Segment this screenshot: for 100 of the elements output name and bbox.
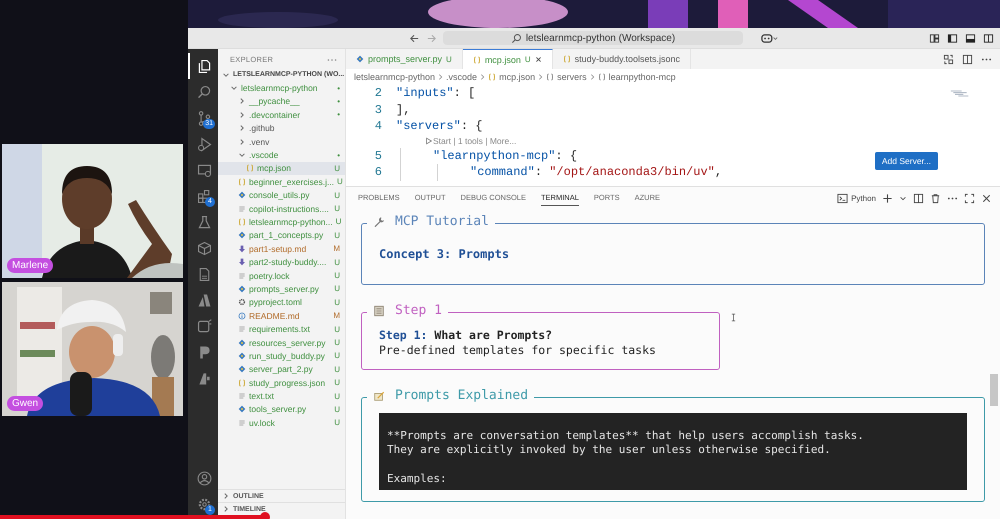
scrollbar-thumb[interactable]: [990, 374, 998, 406]
file-name: .github: [249, 123, 276, 134]
file-row[interactable]: requirements.txt U: [218, 322, 345, 336]
file-row[interactable]: copilot-instructions.... U: [218, 202, 345, 216]
file-row[interactable]: letslearnmcp-python... U: [218, 215, 345, 229]
chat-icon[interactable]: [196, 318, 212, 334]
file-row[interactable]: text.txt U: [218, 389, 345, 403]
robot-icon[interactable]: [761, 32, 779, 44]
compare-icon[interactable]: [943, 54, 954, 64]
file-name: poetry.lock: [249, 270, 290, 281]
azure-icon[interactable]: [196, 292, 212, 308]
git-status: U: [334, 364, 340, 374]
command-center-search[interactable]: letslearnmcp-python (Workspace): [443, 31, 743, 45]
file-row[interactable]: README.md M: [218, 309, 345, 322]
step-label: Step 1:: [379, 328, 428, 342]
git-status: U: [334, 338, 340, 347]
file-name: __pycache__: [249, 96, 301, 106]
git-status: U: [334, 271, 340, 280]
breadcrumb[interactable]: mcp.json: [499, 72, 536, 82]
git-status: U: [334, 164, 340, 173]
play-icon[interactable]: [425, 137, 433, 145]
codelens-actions[interactable]: Start | 1 tools | More...: [433, 136, 516, 146]
breadcrumb[interactable]: learnpython-mcp: [608, 72, 676, 82]
file-name: beginner_exercises.j...: [249, 176, 334, 187]
file-row[interactable]: part2-study-buddy.... U: [218, 255, 345, 269]
editor-tab[interactable]: study-buddy.toolsets.jsonc: [552, 49, 691, 69]
split-editor-icon[interactable]: [962, 54, 973, 64]
file-row[interactable]: resources_server.py U: [218, 336, 345, 350]
box-title: Prompts Explained: [395, 388, 528, 403]
file-name: study_progress.json: [249, 378, 326, 388]
folder-row[interactable]: .vscode •: [218, 148, 345, 162]
chevron-right-icon: [438, 73, 444, 81]
folder-row[interactable]: __pycache__ •: [218, 94, 345, 108]
panel-toggle-icon[interactable]: [965, 32, 976, 44]
close-icon[interactable]: [534, 56, 542, 63]
lines-icon: [238, 392, 246, 400]
json-punctuation: :: [534, 165, 544, 180]
folder-row[interactable]: .venv: [218, 134, 345, 148]
file-row[interactable]: part_1_concepts.py U: [218, 228, 345, 242]
lines-icon: [238, 204, 246, 213]
git-status: U: [334, 298, 340, 307]
split-view-icon[interactable]: [983, 32, 994, 44]
git-status: U: [334, 190, 340, 200]
file-row[interactable]: study_progress.json U: [218, 376, 345, 390]
json-punctuation: ],: [396, 102, 410, 117]
chevron-right-icon: [590, 73, 595, 81]
split-terminal-icon[interactable]: [913, 192, 924, 204]
extensions-icon[interactable]: [196, 188, 212, 204]
folder-row[interactable]: letslearnmcp-python •: [218, 81, 345, 95]
trash-icon[interactable]: [930, 192, 941, 204]
breadcrumb[interactable]: .vscode: [446, 72, 478, 82]
notebook-icon: [373, 304, 385, 316]
braces-icon: [546, 73, 554, 81]
file-row[interactable]: poetry.lock U: [218, 268, 345, 282]
file-name: requirements.txt: [249, 324, 311, 334]
file-row[interactable]: uv.lock U: [218, 416, 345, 430]
minimap-drawing: [950, 89, 970, 98]
terminal-profile[interactable]: Python: [837, 192, 876, 204]
python-icon: [238, 191, 246, 200]
python-icon: [356, 55, 364, 63]
line-number: 3: [374, 102, 383, 117]
file-row[interactable]: pyproject.toml U: [218, 296, 345, 310]
plus-icon[interactable]: [882, 192, 893, 204]
file-name: resources_server.py: [249, 338, 327, 348]
file-name: uv.lock: [249, 418, 276, 428]
add-server-button[interactable]: Add Server...: [874, 152, 938, 170]
lines-icon: [238, 272, 246, 280]
file-row[interactable]: run_study_buddy.py U: [218, 349, 345, 363]
git-status: •: [337, 96, 340, 106]
layout-icon[interactable]: [929, 32, 940, 44]
editor-tab[interactable]: mcp.json U: [462, 49, 553, 69]
breadcrumb[interactable]: servers: [557, 72, 587, 82]
search-icon: [510, 32, 522, 44]
folder-row[interactable]: .github: [218, 122, 345, 135]
git-status: U: [334, 378, 340, 388]
file-row[interactable]: tools_server.py U: [218, 402, 345, 416]
account-icon[interactable]: [196, 470, 212, 486]
git-status: U: [334, 324, 340, 334]
file-row[interactable]: server_part_2.py U: [218, 362, 345, 376]
debug-icon[interactable]: [196, 136, 212, 152]
close-icon[interactable]: [981, 192, 992, 204]
breadcrumb[interactable]: letslearnmcp-python: [354, 72, 436, 82]
file-row[interactable]: part1-setup.md M: [218, 242, 345, 256]
file-name: mcp.json: [257, 163, 292, 174]
flask-icon[interactable]: [196, 214, 212, 230]
search-icon[interactable]: [196, 84, 212, 100]
file-row[interactable]: console_utils.py U: [218, 188, 345, 202]
back-arrow-icon[interactable]: [409, 32, 420, 44]
maximize-icon[interactable]: [964, 192, 975, 204]
folder-row[interactable]: .devcontainer •: [218, 108, 345, 122]
git-status: U: [334, 204, 340, 214]
file-row[interactable]: mcp.json U: [218, 162, 345, 176]
git-status: U: [336, 217, 342, 226]
terminal-icon: [837, 192, 848, 204]
file-row[interactable]: beginner_exercises.j... U: [218, 175, 345, 189]
file-row[interactable]: prompts_server.py U: [218, 282, 345, 296]
cube-icon[interactable]: [196, 240, 212, 256]
json-key: "servers": [396, 119, 461, 134]
file-name: part2-study-buddy....: [249, 257, 328, 268]
sidebar-toggle-icon[interactable]: [947, 32, 958, 44]
